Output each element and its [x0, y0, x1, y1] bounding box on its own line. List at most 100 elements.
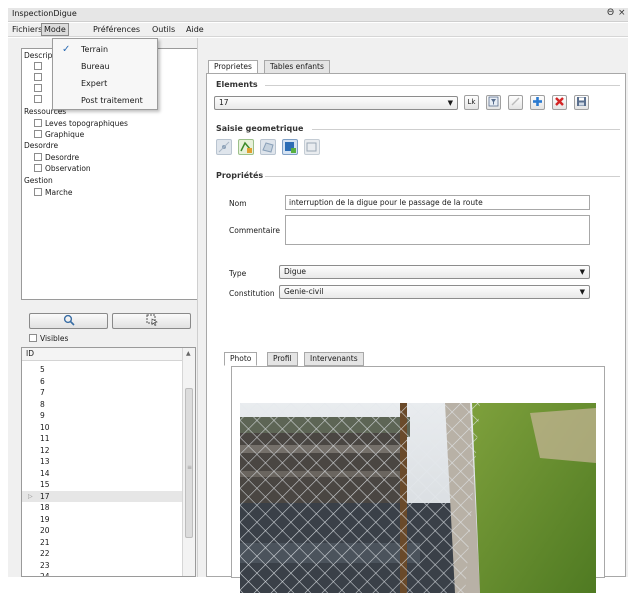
- tree-section-gestion[interactable]: Gestion: [24, 176, 53, 185]
- tab-proprietes[interactable]: Proprietes: [208, 60, 258, 74]
- id-list-row[interactable]: 6: [22, 376, 182, 388]
- id-value: 11: [40, 434, 50, 443]
- tab-photo[interactable]: Photo: [224, 352, 258, 366]
- link-button[interactable]: Lk: [464, 95, 479, 110]
- scroll-up-icon[interactable]: ▲: [186, 350, 191, 357]
- tab-tables-enfants[interactable]: Tables enfants: [264, 60, 330, 74]
- constitution-select[interactable]: Genie-civil ▼: [279, 285, 590, 299]
- menu-aide[interactable]: Aide: [186, 25, 204, 34]
- geometry-edit-button[interactable]: [282, 139, 298, 155]
- tree-checkbox-hidden[interactable]: [34, 73, 42, 81]
- id-list-row[interactable]: 11: [22, 433, 182, 445]
- checkbox[interactable]: [34, 130, 42, 138]
- geometry-line-button[interactable]: [238, 139, 254, 155]
- element-select[interactable]: 17 ▼: [214, 96, 458, 110]
- visibles-checkbox[interactable]: [29, 334, 37, 342]
- checkbox[interactable]: [34, 188, 42, 196]
- tree-checkbox-hidden[interactable]: [34, 95, 42, 103]
- mode-option-post-traitement[interactable]: Post traitement: [81, 96, 143, 105]
- id-list-row[interactable]: 22: [22, 548, 182, 560]
- tab-profil[interactable]: Profil: [267, 352, 298, 366]
- divider: [312, 129, 620, 130]
- id-value: 13: [40, 457, 50, 466]
- restore-icon[interactable]: Θ: [607, 8, 614, 18]
- mode-option-bureau[interactable]: Bureau: [81, 62, 110, 71]
- id-list-row[interactable]: 13: [22, 456, 182, 468]
- id-value: 19: [40, 514, 50, 524]
- scroll-thumb[interactable]: [185, 388, 193, 538]
- menu-outils[interactable]: Outils: [152, 25, 175, 34]
- geometry-delete-button[interactable]: [304, 139, 320, 155]
- tree-checkbox-hidden[interactable]: [34, 84, 42, 92]
- tree-item-observation[interactable]: Observation: [34, 164, 91, 173]
- left-panel: Descrip Ressources Leves topographiques …: [8, 38, 199, 577]
- nom-field[interactable]: interruption de la digue pour le passage…: [285, 195, 590, 210]
- tree-item-marche[interactable]: Marche: [34, 188, 72, 197]
- tree-section-description[interactable]: Descrip: [24, 51, 52, 60]
- id-value: 5: [40, 365, 45, 374]
- geometry-point-button[interactable]: [216, 139, 232, 155]
- save-button[interactable]: [574, 95, 589, 110]
- checkbox[interactable]: [34, 153, 42, 161]
- close-icon[interactable]: ×: [618, 8, 626, 18]
- tree-item-desordre[interactable]: Desordre: [34, 153, 79, 162]
- checkbox[interactable]: [34, 119, 42, 127]
- id-column-header[interactable]: ID: [22, 348, 182, 361]
- menu-preferences[interactable]: Préférences: [93, 25, 140, 34]
- id-list-row[interactable]: 9: [22, 410, 182, 422]
- checkbox[interactable]: [34, 164, 42, 172]
- grip-icon: ≡: [187, 464, 193, 471]
- id-list-row[interactable]: 10: [22, 422, 182, 434]
- id-list[interactable]: ID 5 6 7 8 9 10 11 12 13 14 15 ▷ 17 18 19 20 21 22 23 24 ▲ …: [21, 347, 196, 577]
- id-list-row[interactable]: 12: [22, 445, 182, 457]
- id-value: 18: [40, 503, 50, 512]
- commentaire-field[interactable]: [285, 215, 590, 245]
- select-cursor-icon: [146, 314, 158, 326]
- tree-section-desordre[interactable]: Desordre: [24, 141, 58, 150]
- id-list-row[interactable]: 15: [22, 479, 182, 491]
- properties-content: Elements 17 ▼ Lk Saisie geometrique Prop…: [206, 73, 626, 593]
- tree-item-graphique[interactable]: Graphique: [34, 130, 84, 139]
- menu-bar: Fichiers Mode Préférences Outils Aide: [8, 23, 628, 37]
- type-select[interactable]: Digue ▼: [279, 265, 590, 279]
- id-list-row[interactable]: 18: [22, 502, 182, 514]
- id-list-row[interactable]: 23: [22, 560, 182, 572]
- menu-fichiers[interactable]: Fichiers: [12, 25, 42, 34]
- id-list-row[interactable]: 5: [22, 364, 182, 376]
- pencil-icon: [511, 97, 520, 106]
- id-value: 17: [40, 491, 50, 501]
- menu-mode[interactable]: Mode: [41, 23, 69, 36]
- photo-panel: [231, 366, 605, 593]
- current-row-indicator-icon: ▷: [28, 492, 33, 500]
- edit-button[interactable]: [508, 95, 523, 110]
- add-button[interactable]: [530, 95, 545, 110]
- id-value: 6: [40, 376, 45, 386]
- id-list-row[interactable]: 21: [22, 537, 182, 549]
- geometry-group-title: Saisie geometrique: [216, 124, 304, 133]
- id-list-row[interactable]: 7: [22, 387, 182, 399]
- delete-button[interactable]: [552, 95, 567, 110]
- search-button[interactable]: [29, 313, 108, 329]
- visibles-toggle[interactable]: Visibles: [29, 334, 68, 343]
- search-icon: [63, 314, 75, 326]
- id-value: 23: [40, 560, 50, 570]
- filter-button[interactable]: [486, 95, 501, 110]
- line-tool-icon: [240, 141, 252, 153]
- id-list-row[interactable]: 8: [22, 399, 182, 411]
- filter-icon: [488, 96, 499, 107]
- id-list-row[interactable]: 24: [22, 571, 182, 576]
- mode-option-terrain[interactable]: Terrain: [81, 45, 108, 54]
- divider: [265, 85, 620, 86]
- tab-intervenants[interactable]: Intervenants: [304, 352, 364, 366]
- tree-item-leves-topographiques[interactable]: Leves topographiques: [34, 119, 128, 128]
- id-value: 15: [40, 480, 50, 489]
- mode-option-expert[interactable]: Expert: [81, 79, 107, 88]
- tree-checkbox-hidden[interactable]: [34, 62, 42, 70]
- id-list-row[interactable]: ▷ 17: [22, 490, 182, 502]
- geometry-polygon-button[interactable]: [260, 139, 276, 155]
- id-list-scrollbar[interactable]: ▲ ≡: [182, 348, 195, 576]
- id-list-row[interactable]: 14: [22, 468, 182, 480]
- id-list-row[interactable]: 20: [22, 525, 182, 537]
- id-list-row[interactable]: 19: [22, 514, 182, 526]
- select-area-button[interactable]: [112, 313, 191, 329]
